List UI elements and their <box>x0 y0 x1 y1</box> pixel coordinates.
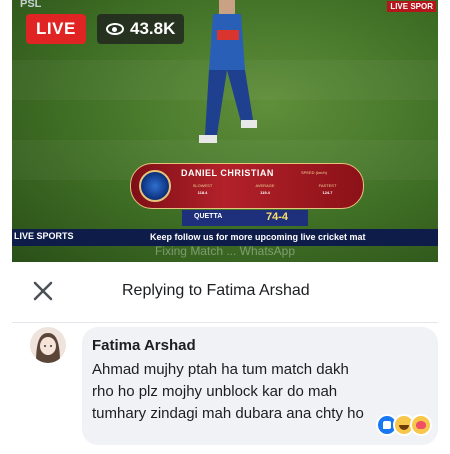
psl-logo: PSL <box>20 0 42 10</box>
reply-panel: Replying to Fatima Arshad Fatima Arshad … <box>12 262 438 454</box>
team-score: 74-4 <box>266 211 289 223</box>
bowler-stats-card: DANIEL CHRISTIAN SPEED (km/h) SLOWEST 11… <box>130 163 364 209</box>
stats-columns: SLOWEST 118.4 AVERAGE 119.4 FASTEST 124.… <box>175 183 355 195</box>
bowler-name: DANIEL CHRISTIAN <box>181 168 274 178</box>
reply-header: Replying to Fatima Arshad <box>12 262 438 322</box>
stat-label: FASTEST <box>318 183 337 188</box>
stat-value: 124.7 <box>322 190 333 195</box>
stat-fastest: FASTEST 124.7 <box>300 183 355 195</box>
stat-label: AVERAGE <box>255 183 275 188</box>
comment-author[interactable]: Fatima Arshad <box>92 337 196 354</box>
live-video[interactable]: PSL LIVE SPOR LIVE 43.8K DANIEL CHRISTIA… <box>12 0 438 262</box>
close-icon[interactable] <box>32 280 54 302</box>
comment-bubble: Fatima Arshad Ahmad mujhy ptah ha tum ma… <box>82 327 438 445</box>
viewer-count: 43.8K <box>130 19 176 38</box>
stats-subtitle: SPEED (km/h) <box>301 170 328 175</box>
live-badge: LIVE <box>26 14 86 44</box>
avatar-illustration <box>30 327 66 363</box>
stat-value: 118.4 <box>197 190 208 195</box>
reaction-summary[interactable] <box>376 414 432 436</box>
avatar[interactable] <box>30 327 66 363</box>
cricket-player <box>199 0 257 143</box>
reply-title: Replying to Fatima Arshad <box>122 282 310 299</box>
care-reaction-icon <box>410 414 432 436</box>
stat-label: SLOWEST <box>192 183 213 188</box>
ticker-logo: LIVE SPORTS <box>14 231 74 241</box>
stat-value: 119.4 <box>260 190 270 195</box>
stat-slowest: SLOWEST 118.4 <box>175 183 230 195</box>
divider <box>12 322 438 323</box>
faded-caption: Fixing Match ... WhatsApp <box>154 244 296 258</box>
eye-icon <box>106 23 124 35</box>
team-logo-icon <box>139 170 171 202</box>
score-bar: QUETTA 74-4 <box>182 210 308 226</box>
comment-text: Ahmad mujhy ptah ha tum match dakh rho h… <box>92 361 364 422</box>
team-name: QUETTA <box>194 213 223 220</box>
stat-average: AVERAGE 119.4 <box>238 183 293 195</box>
ticker-text: Keep follow us for more upcoming live cr… <box>150 232 366 242</box>
channel-logo: LIVE SPOR <box>387 1 436 12</box>
viewer-count-badge: 43.8K <box>97 14 185 44</box>
